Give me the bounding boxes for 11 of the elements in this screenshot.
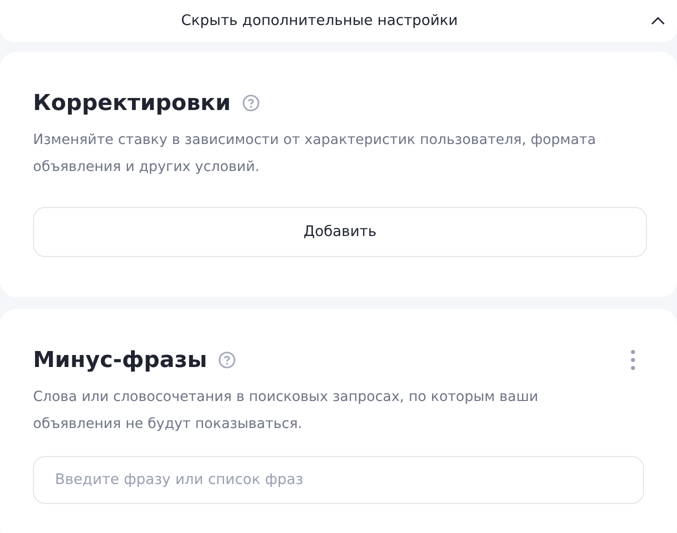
- help-icon[interactable]: [218, 351, 236, 369]
- add-button[interactable]: Добавить: [33, 207, 647, 257]
- section-title: Минус-фразы: [33, 348, 208, 372]
- section-description: Слова или словосочетания в поисковых запросах, по которым ваши объявления не будут показываться.: [33, 388, 540, 434]
- help-icon[interactable]: [242, 94, 260, 112]
- phrase-input-field[interactable]: Введите фразу или список фраз: [33, 456, 644, 504]
- section-description: Изменяйте ставку в зависимости от характеристик пользователя, формата объявления и других условий.: [33, 131, 597, 177]
- chevron-icon: [651, 17, 665, 25]
- more-icon[interactable]: [631, 350, 635, 370]
- hide-settings-button[interactable]: Скрыть дополнительные настройки: [0, 0, 677, 42]
- section-title: Корректировки: [33, 90, 231, 116]
